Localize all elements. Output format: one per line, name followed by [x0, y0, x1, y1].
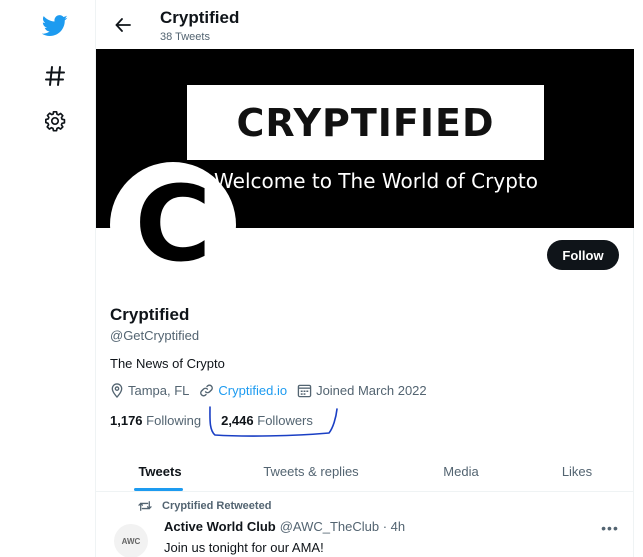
tab-tweets-replies[interactable]: Tweets & replies: [246, 450, 376, 492]
join-date-text: Joined March 2022: [316, 383, 427, 398]
followers-highlight-scribble: [209, 406, 338, 437]
retweet-label: Cryptified Retweeted: [162, 500, 272, 512]
tweet-author-avatar[interactable]: AWC: [114, 524, 148, 557]
gear-icon[interactable]: [38, 104, 72, 138]
tab-likes[interactable]: Likes: [536, 450, 618, 492]
header-profile-name: Cryptified: [160, 8, 240, 27]
header-tweet-count: 38 Tweets: [160, 31, 210, 43]
location: Tampa, FL: [110, 383, 189, 398]
follow-button[interactable]: Follow: [547, 240, 619, 270]
banner-title: CRYPTIFIED: [236, 100, 495, 145]
more-options-icon[interactable]: •••: [600, 518, 620, 538]
calendar-icon: [297, 384, 312, 398]
hashtag-icon[interactable]: [38, 59, 72, 93]
left-nav-rail: [0, 0, 96, 557]
profile-header: Cryptified 38 Tweets: [96, 0, 634, 49]
profile-meta: Tampa, FL Cryptified.io Joined March 202…: [110, 383, 437, 398]
profile-tabs: Tweets Tweets & replies Media Likes: [96, 450, 634, 492]
back-arrow-icon[interactable]: [108, 10, 138, 40]
profile-avatar[interactable]: C: [110, 162, 236, 288]
avatar-letter: C: [135, 175, 211, 275]
tab-tweets[interactable]: Tweets: [114, 450, 206, 492]
tweet-handle-time: @AWC_TheClub · 4h: [279, 519, 406, 534]
active-tab-indicator: [134, 488, 183, 491]
twitter-bird-icon[interactable]: [38, 9, 72, 43]
retweet-context: Cryptified Retweeted: [138, 500, 271, 512]
location-pin-icon: [111, 383, 123, 398]
location-text: Tampa, FL: [128, 383, 190, 398]
banner-title-box: CRYPTIFIED: [187, 85, 544, 160]
tweet-avatar-text: AWC: [121, 536, 141, 546]
website: Cryptified.io: [199, 383, 287, 398]
banner-subtitle: Welcome to The World of Crypto: [214, 169, 538, 193]
following-label: Following: [146, 413, 202, 428]
link-icon: [200, 384, 214, 397]
join-date: Joined March 2022: [297, 383, 427, 398]
tab-media[interactable]: Media: [416, 450, 506, 492]
following-stat[interactable]: 1,176 Following: [110, 413, 201, 428]
profile-name: Cryptified: [110, 305, 190, 324]
tweet-author-name[interactable]: Active World Club: [164, 519, 276, 534]
following-count: 1,176: [110, 413, 143, 428]
tweet-header: Active World Club @AWC_TheClub · 4h: [164, 519, 405, 534]
tweet-text: Join us tonight for our AMA!: [164, 540, 324, 555]
retweet-icon: [138, 501, 152, 511]
profile-bio: The News of Crypto: [110, 356, 225, 371]
avatar-logo: C: [115, 167, 231, 283]
avatar-letter-c: C: [135, 175, 211, 275]
profile-handle: @GetCryptified: [110, 328, 200, 343]
website-link[interactable]: Cryptified.io: [218, 383, 287, 398]
